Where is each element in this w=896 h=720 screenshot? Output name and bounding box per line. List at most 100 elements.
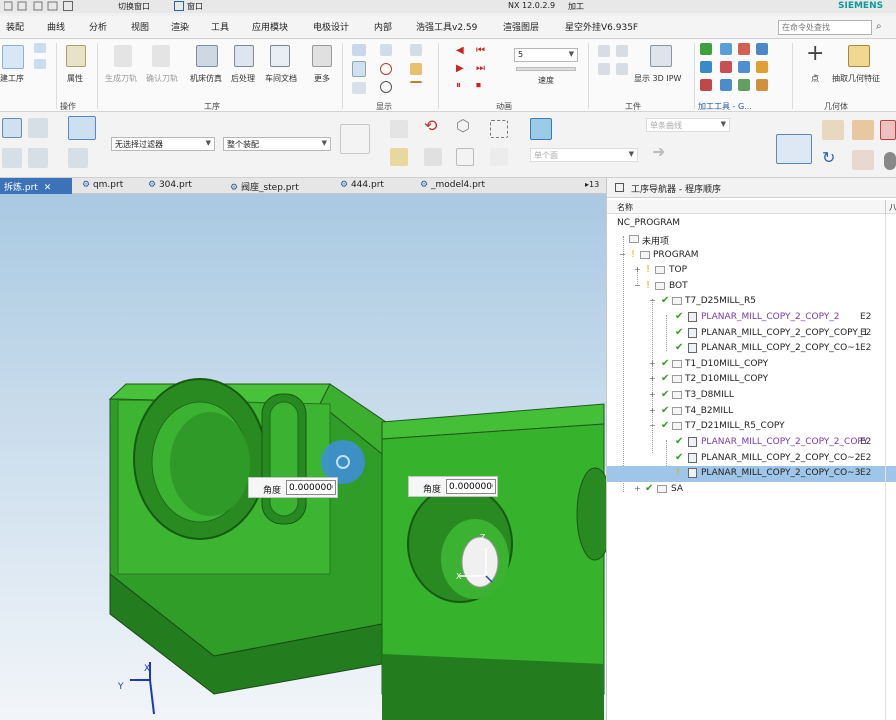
menu-view[interactable]: 视图 [131, 20, 149, 33]
mfg-tool-icon-7[interactable] [738, 61, 750, 73]
mfg-tool-icon-8[interactable] [756, 61, 768, 73]
step-forward-icon[interactable]: ⏭ [476, 63, 485, 74]
select-icon-5[interactable] [68, 148, 88, 168]
tree-row-t7-d25mill[interactable]: − ✔ T7_D25MILL_R5 [607, 294, 896, 310]
select-icon-1[interactable] [2, 118, 22, 138]
selection-scope-select[interactable]: 整个装配 ▼ [223, 137, 331, 151]
small-op-icon-1[interactable] [34, 43, 46, 53]
mfg-tool-icon-3[interactable] [738, 43, 750, 55]
sphere-icon[interactable] [884, 152, 896, 170]
menu-tools[interactable]: 工具 [211, 20, 229, 33]
expand-icon[interactable]: + [649, 390, 656, 399]
tree-row-t4-b2mill[interactable]: + ✔ T4_B2MILL [607, 404, 896, 420]
display-icon-4[interactable] [380, 44, 392, 56]
snap-icon-2[interactable] [390, 148, 408, 166]
more-button[interactable]: 更多 [314, 73, 330, 84]
refresh-icon[interactable]: ↻ [822, 148, 835, 167]
rotate-icon[interactable]: ⟲ [424, 116, 437, 135]
tree-row-unused-items[interactable]: 未用项 [607, 232, 896, 248]
tab-file-6[interactable]: ⚙ _model4.prt [416, 178, 502, 194]
generate-toolpath-button[interactable]: 生成刀轨 [105, 73, 137, 84]
create-operation-button[interactable]: 建工序 [0, 73, 24, 84]
play-reverse-icon[interactable]: ⏮ [476, 45, 485, 56]
menu-assembly[interactable]: 装配 [6, 20, 24, 33]
more-icon[interactable] [312, 45, 332, 67]
menu-electrode[interactable]: 电极设计 [313, 20, 349, 33]
tree-row-operation-selected[interactable]: ! PLANAR_MILL_COPY_2_COPY_CO~3 E2 [607, 466, 896, 482]
expand-icon[interactable]: + [634, 265, 641, 274]
tab-file-4[interactable]: ⚙ 阀座_step.prt [226, 178, 320, 194]
zoom-fit-icon[interactable] [776, 134, 812, 164]
window-icon[interactable] [63, 1, 73, 11]
stop-icon[interactable]: ⏹ [476, 80, 481, 91]
tab-file-3[interactable]: ⚙ 304.prt [144, 178, 210, 194]
show-3d-ipw-button[interactable]: 显示 3D IPW [634, 73, 681, 84]
workpiece-icon-2[interactable] [598, 63, 610, 75]
face-rule-select[interactable]: 单个面 ▼ [530, 148, 638, 162]
workpiece-icon-4[interactable] [616, 63, 628, 75]
type-filter-select[interactable]: 无选择过滤器 ▼ [111, 137, 215, 151]
depth-input[interactable] [446, 479, 496, 494]
window-menu[interactable]: 窗口 [187, 1, 203, 12]
snap-icon-3[interactable] [424, 148, 442, 166]
display-icon-5[interactable] [410, 44, 422, 56]
menu-internal[interactable]: 内部 [374, 20, 392, 33]
tree-row-operation[interactable]: ✔ PLANAR_MILL_COPY_2_COPY_CO~2 E2 [607, 451, 896, 467]
box-select-icon[interactable] [490, 120, 508, 138]
tree-row-bot[interactable]: − ! BOT [607, 279, 896, 295]
menu-xingkong-plugin[interactable]: 星空外挂V6.935F [565, 20, 638, 33]
menu-analysis[interactable]: 分析 [89, 20, 107, 33]
small-op-icon-2[interactable] [34, 59, 46, 69]
group-mfg-tools-label[interactable]: 加工工具 - G... [698, 101, 752, 112]
point-button[interactable]: 点 [811, 73, 819, 84]
view-cube-icon[interactable] [530, 118, 552, 140]
tree-row-t3-d8mill[interactable]: + ✔ T3_D8MILL [607, 388, 896, 404]
tab-file-5[interactable]: ⚙ 444.prt [336, 178, 402, 194]
snap-grid-icon[interactable] [340, 124, 370, 154]
curve-display-icon[interactable] [380, 63, 392, 75]
display-icon-7[interactable] [410, 81, 422, 93]
workpiece-icon-3[interactable] [616, 45, 628, 57]
close-icon[interactable]: ✕ [44, 183, 52, 193]
mfg-tool-icon-6[interactable] [720, 61, 732, 73]
properties-icon[interactable] [66, 45, 86, 67]
hexagon-icon[interactable]: ⬡ [456, 116, 470, 135]
snap-icon-5[interactable] [490, 148, 508, 166]
tree-row-top[interactable]: + ! TOP [607, 263, 896, 279]
mfg-tool-icon-12[interactable] [756, 79, 768, 91]
collapse-icon[interactable]: − [649, 296, 656, 305]
tree-row-program[interactable]: − ! PROGRAM [607, 248, 896, 264]
collapse-icon[interactable]: − [619, 250, 626, 259]
mfg-tool-icon-9[interactable] [700, 79, 712, 91]
expand-icon[interactable]: + [649, 374, 656, 383]
step-back-icon[interactable]: ◀ [456, 45, 464, 56]
tree-row-t1-d10mill[interactable]: + ✔ T1_D10MILL_COPY [607, 357, 896, 373]
column-name-header[interactable]: 名称 [617, 202, 633, 213]
play-icon[interactable]: ▶ [456, 63, 464, 74]
menu-haoqiang-tools[interactable]: 浩强工具v2.59 [416, 20, 477, 33]
mfg-tool-icon-10[interactable] [720, 79, 732, 91]
filter-active-icon[interactable] [68, 116, 96, 140]
column-right-header[interactable]: 八 [889, 202, 896, 213]
tabs-overflow-button[interactable]: ▸13 [585, 180, 599, 189]
menu-curve[interactable]: 曲线 [47, 20, 65, 33]
display-icon-2[interactable] [352, 61, 366, 77]
mfg-tool-icon-11[interactable] [738, 79, 750, 91]
mfg-tool-icon-4[interactable] [756, 43, 768, 55]
display-icon-3[interactable] [352, 82, 366, 94]
snap-icon-1[interactable] [390, 120, 408, 138]
pause-icon[interactable]: ⏸ [456, 80, 461, 91]
speed-slider[interactable] [516, 67, 576, 71]
properties-button[interactable]: 属性 [67, 73, 83, 84]
select-icon-3[interactable] [2, 148, 22, 168]
brush-icon[interactable] [852, 120, 874, 140]
tree-row-nc-program[interactable]: NC_PROGRAM [607, 216, 896, 232]
verify-toolpath-button[interactable]: 确认刀轨 [146, 73, 178, 84]
search-icon[interactable]: ⌕ [876, 21, 882, 32]
part-model[interactable] [0, 194, 606, 720]
view-icon-3[interactable] [852, 150, 874, 170]
tab-file-1[interactable]: 拆炼.prt ✕ [0, 178, 72, 194]
pan-icon[interactable] [822, 120, 844, 140]
close-view-icon[interactable] [880, 120, 896, 140]
select-icon-4[interactable] [28, 148, 48, 168]
